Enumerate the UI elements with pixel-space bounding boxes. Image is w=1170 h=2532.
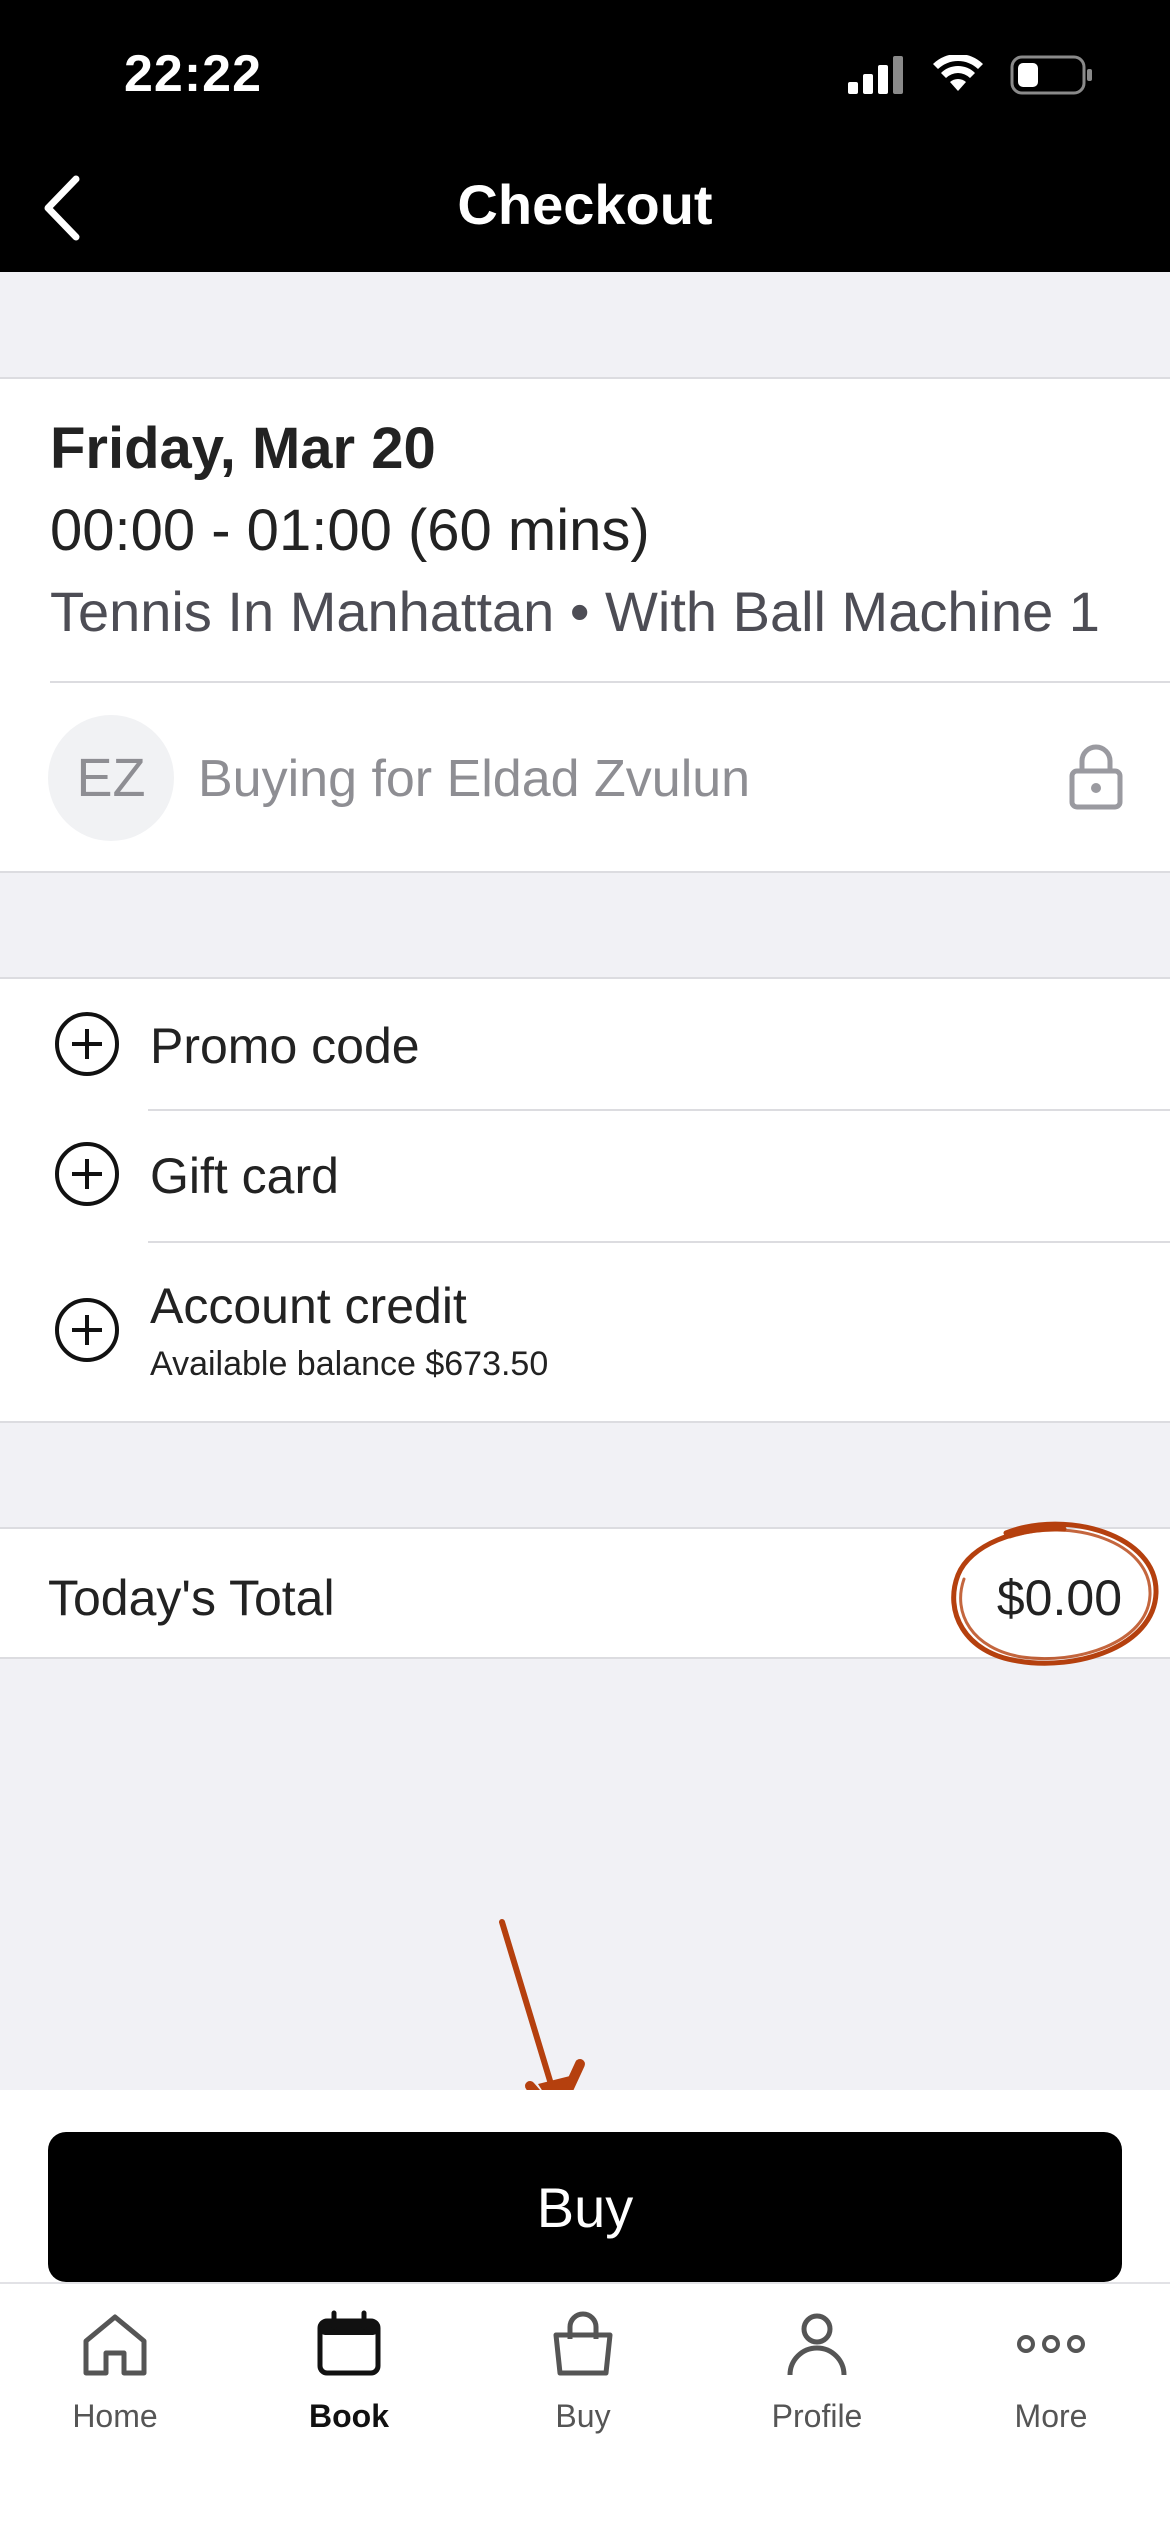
more-dots-icon — [1017, 2335, 1085, 2353]
tab-book-label: Book — [309, 2398, 389, 2434]
home-icon — [83, 2314, 147, 2376]
tab-buy-label: Buy — [555, 2398, 611, 2434]
tab-more-label: More — [1014, 2398, 1088, 2434]
gift-card-label: Gift card — [150, 1148, 339, 1204]
tab-bar: Home Book Buy Profile More — [0, 2282, 1170, 2532]
payment-options-card: Promo code Gift card Account credit Avai… — [0, 977, 1170, 1423]
available-balance: Available balance $673.50 — [150, 1345, 549, 1383]
battery-icon — [1010, 55, 1092, 95]
avatar: EZ — [48, 715, 174, 841]
divider — [50, 681, 1170, 683]
tab-buy[interactable]: Buy — [493, 2304, 673, 2454]
tab-more[interactable]: More — [961, 2304, 1141, 2454]
promo-code-label: Promo code — [150, 1018, 420, 1074]
buy-area: Buy — [0, 2090, 1170, 2282]
plus-circle-icon — [55, 1142, 119, 1206]
avatar-initials: EZ — [76, 748, 146, 808]
tab-home[interactable]: Home — [25, 2304, 205, 2454]
person-icon — [787, 2313, 847, 2376]
page-title: Checkout — [457, 173, 713, 236]
wifi-icon — [933, 55, 983, 91]
calendar-icon — [317, 2310, 381, 2376]
signal-icon — [848, 56, 903, 94]
buy-button[interactable]: Buy — [48, 2132, 1122, 2282]
booking-date: Friday, Mar 20 — [50, 416, 436, 481]
account-credit-label: Account credit — [150, 1278, 467, 1334]
tab-home-label: Home — [72, 2398, 158, 2434]
promo-code-row[interactable]: Promo code — [0, 979, 1170, 1109]
account-credit-row[interactable]: Account credit Available balance $673.50 — [0, 1243, 1170, 1423]
tab-book[interactable]: Book — [259, 2304, 439, 2454]
plus-circle-icon — [55, 1298, 119, 1362]
tab-profile-label: Profile — [771, 2398, 863, 2434]
booking-time: 00:00 - 01:00 (60 mins) — [50, 498, 650, 563]
total-value: $0.00 — [996, 1570, 1122, 1626]
buying-for-label: Buying for Eldad Zvulun — [198, 750, 751, 808]
total-card: Today's Total $0.00 — [0, 1521, 1170, 1666]
lock-icon — [1069, 744, 1123, 810]
booking-details-card: Friday, Mar 20 00:00 - 01:00 (60 mins) T… — [0, 377, 1170, 873]
tab-profile[interactable]: Profile — [727, 2304, 907, 2454]
total-label: Today's Total — [48, 1570, 335, 1626]
booking-venue: Tennis In Manhattan • With Ball Machine … — [50, 580, 1100, 643]
plus-circle-icon — [55, 1012, 119, 1076]
status-time: 22:22 — [124, 45, 262, 103]
shopping-bag-icon — [553, 2311, 613, 2376]
gift-card-row[interactable]: Gift card — [0, 1111, 1170, 1241]
status-icons — [848, 50, 1094, 100]
header-bar: 22:22 Checkout — [0, 0, 1170, 272]
